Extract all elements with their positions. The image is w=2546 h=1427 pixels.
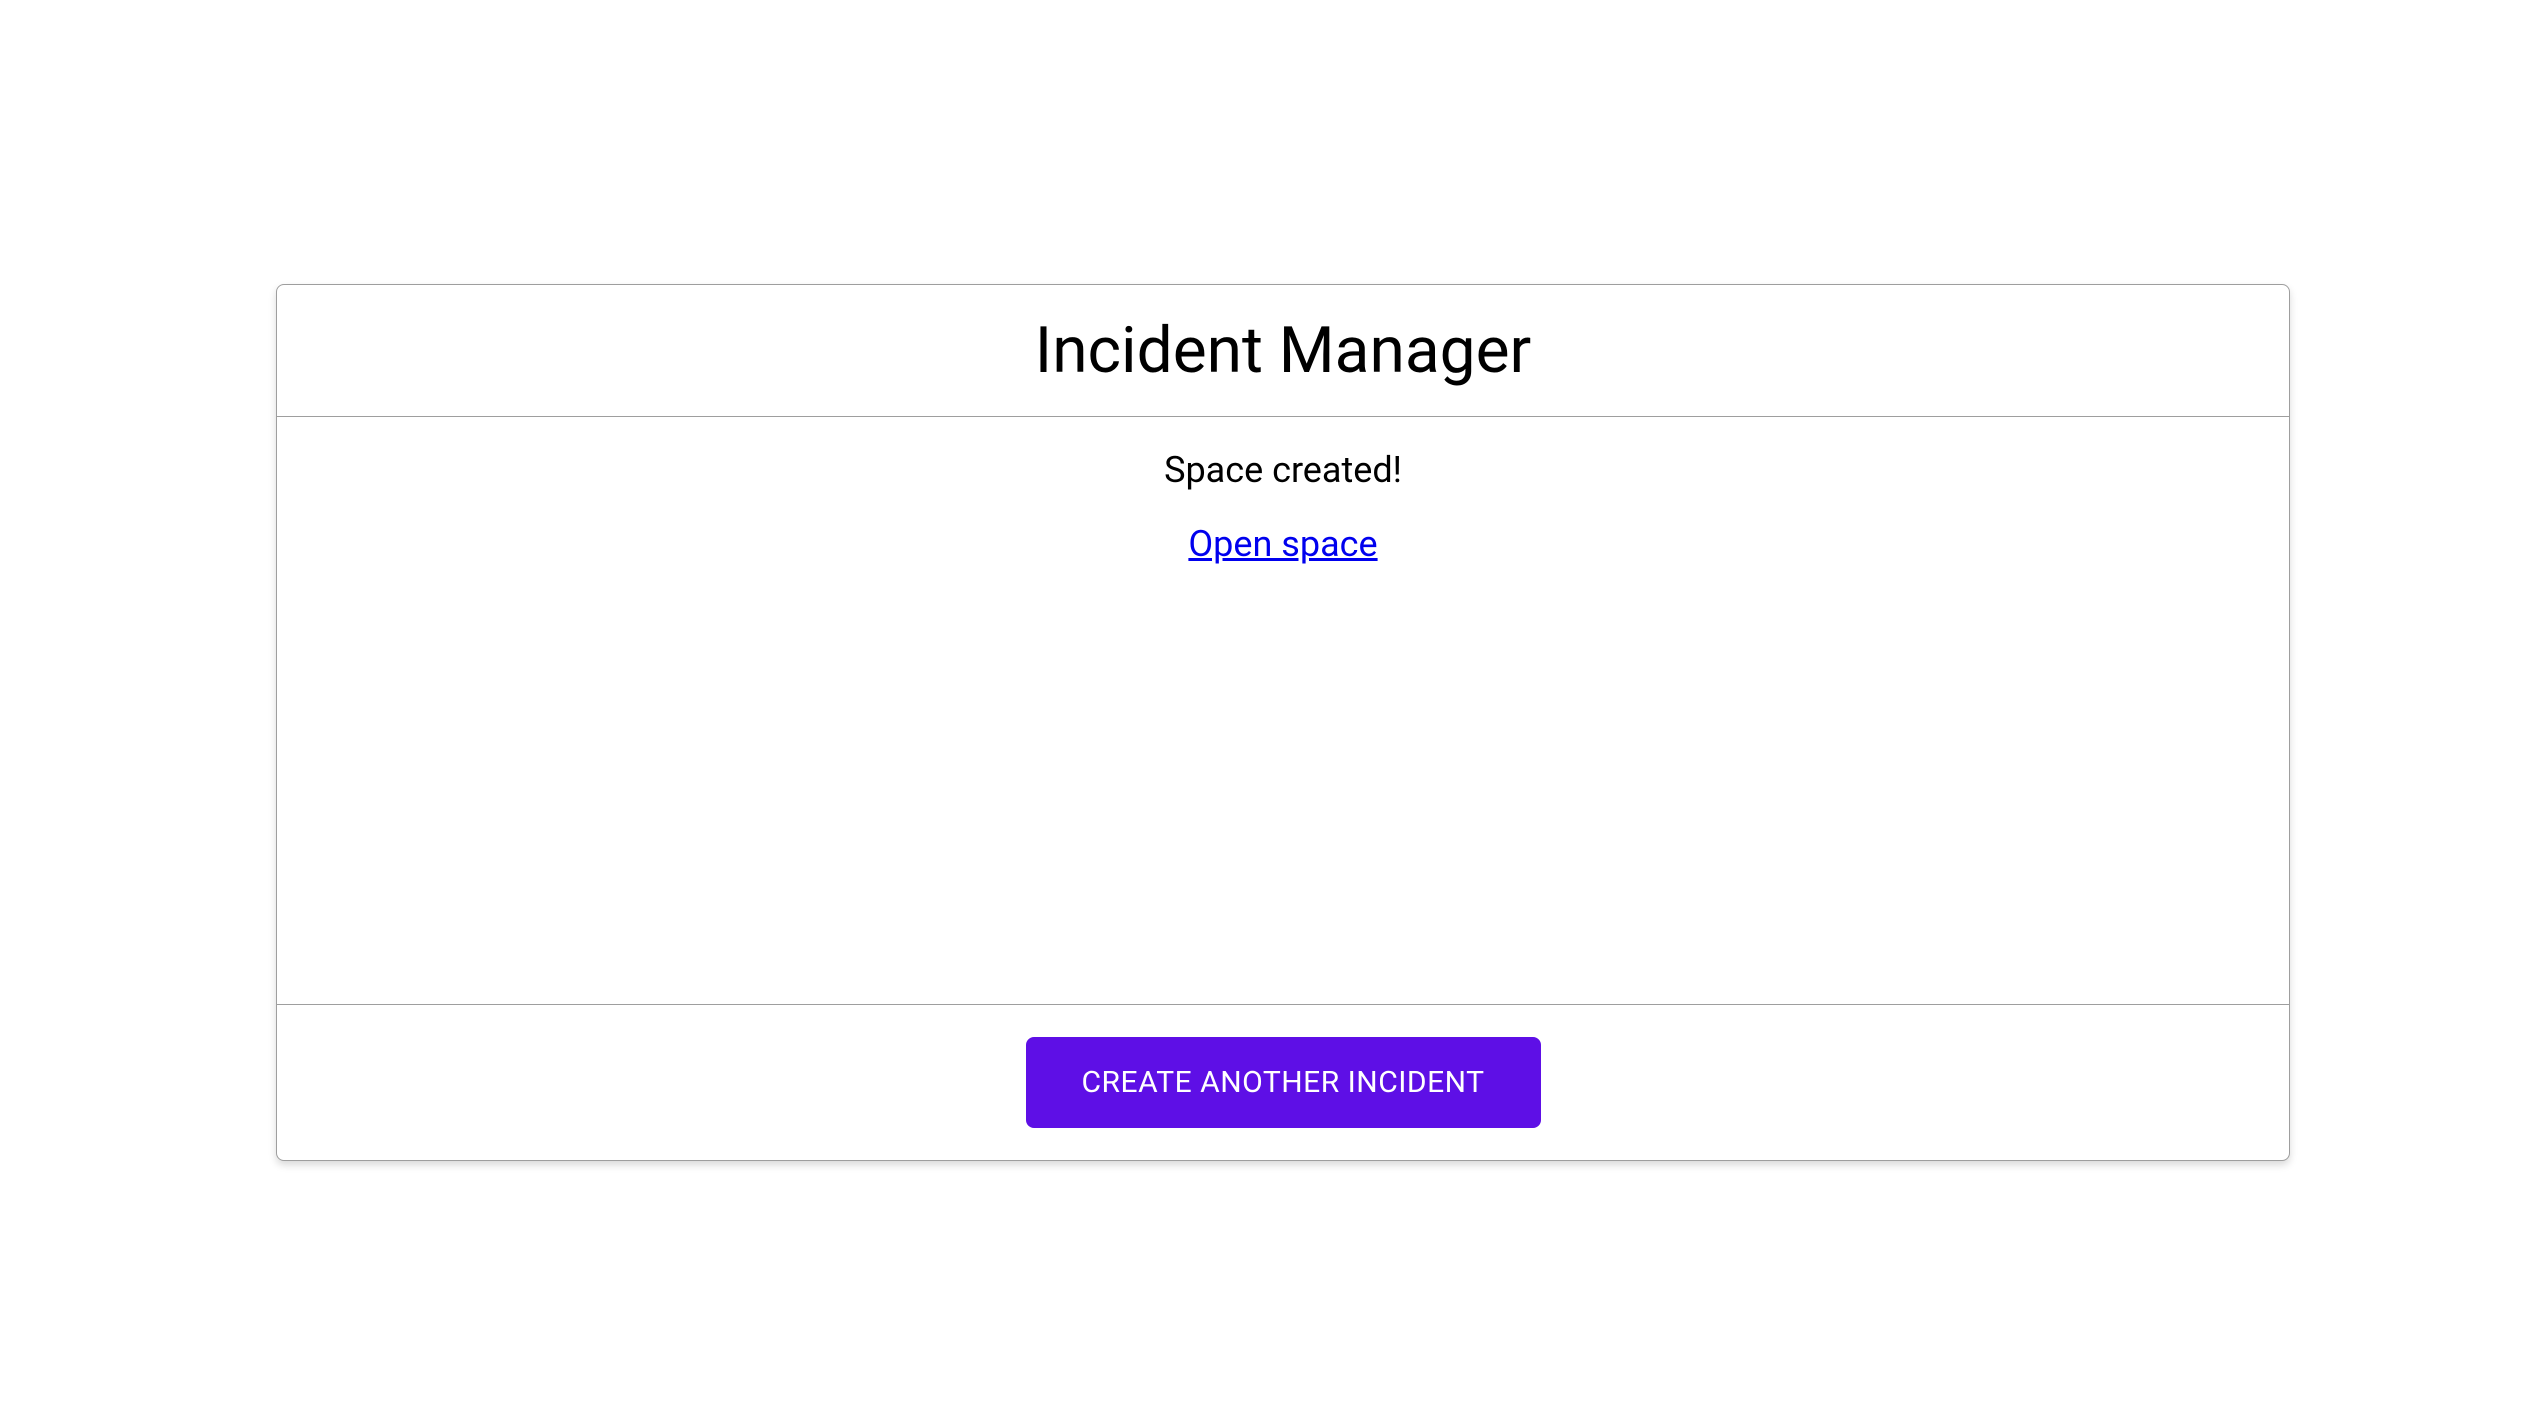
card-body: Space created! Open space: [277, 417, 2289, 1005]
open-space-link[interactable]: Open space: [1188, 523, 1377, 565]
create-another-incident-button[interactable]: CREATE ANOTHER INCIDENT: [1026, 1037, 1541, 1128]
page-title: Incident Manager: [277, 313, 2289, 388]
status-message: Space created!: [1164, 449, 1402, 491]
incident-manager-card: Incident Manager Space created! Open spa…: [276, 284, 2290, 1161]
card-header: Incident Manager: [277, 285, 2289, 417]
card-footer: CREATE ANOTHER INCIDENT: [277, 1005, 2289, 1160]
